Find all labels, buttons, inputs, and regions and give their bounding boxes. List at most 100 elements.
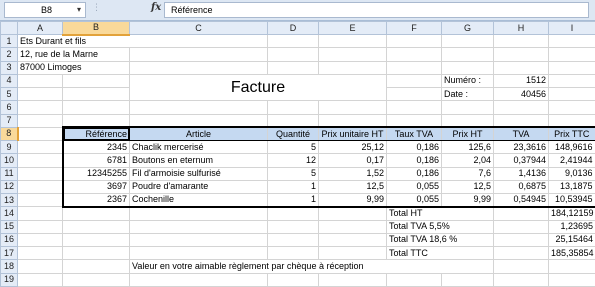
cell[interactable] [17, 86, 63, 102]
cell[interactable] [493, 219, 549, 234]
table-cell-prix-unitaire[interactable]: 0,17 [318, 153, 387, 168]
cell[interactable] [267, 272, 319, 287]
row-header[interactable]: 7 [0, 113, 18, 128]
row-header[interactable]: 13 [0, 192, 18, 208]
cell[interactable] [17, 259, 63, 274]
cell[interactable] [548, 113, 595, 128]
row-header[interactable]: 16 [0, 232, 18, 248]
cell[interactable] [493, 206, 549, 221]
cell[interactable] [17, 126, 63, 142]
cell[interactable] [129, 100, 268, 115]
table-cell-article[interactable]: Fil d'armoisie sulfurisé [129, 166, 268, 181]
column-header-f[interactable]: F [386, 21, 442, 35]
table-header-article[interactable]: Article [129, 126, 268, 142]
cell[interactable] [548, 100, 595, 115]
cell[interactable] [493, 259, 549, 274]
cell[interactable] [129, 47, 268, 62]
cell[interactable] [62, 113, 130, 128]
table-cell-quantite[interactable]: 5 [267, 139, 319, 155]
cell[interactable] [493, 232, 549, 248]
table-header-tva[interactable]: TVA [493, 126, 549, 142]
cell[interactable] [548, 86, 595, 102]
table-cell-taux-tva[interactable]: 0,186 [386, 153, 442, 168]
invoice-number[interactable]: 1512 [493, 73, 549, 89]
cell[interactable] [267, 206, 319, 221]
cell[interactable] [267, 113, 319, 128]
cell[interactable] [493, 245, 549, 261]
cell[interactable] [386, 272, 442, 287]
table-cell-taux-tva[interactable]: 0,186 [386, 139, 442, 155]
cell[interactable] [386, 86, 442, 102]
cell[interactable] [62, 73, 130, 89]
cell[interactable] [62, 100, 130, 115]
table-cell-taux-tva[interactable]: 0,055 [386, 179, 442, 195]
cell[interactable] [267, 60, 319, 75]
table-header-prix-ht[interactable]: Prix HT [441, 126, 494, 142]
row-header[interactable]: 4 [0, 73, 18, 89]
table-cell-reference[interactable]: 12345255 [61, 166, 130, 181]
table-cell-tva[interactable]: 0,6875 [493, 179, 549, 195]
column-header-b[interactable]: B [62, 21, 130, 36]
total-label[interactable]: Total TVA 5,5% [386, 219, 494, 234]
cell[interactable] [62, 232, 130, 248]
table-header-taux-tva[interactable]: Taux TVA [386, 126, 442, 142]
row-header[interactable]: 18 [0, 259, 18, 274]
cell[interactable] [318, 245, 387, 261]
total-label[interactable]: Total HT [386, 206, 494, 221]
cell[interactable] [548, 272, 595, 287]
table-cell-quantite[interactable]: 12 [267, 153, 319, 168]
row-header[interactable]: 10 [0, 153, 18, 168]
row-header[interactable]: 17 [0, 245, 18, 261]
table-cell-reference[interactable]: 2345 [61, 139, 130, 155]
cell[interactable] [441, 33, 494, 49]
cell[interactable] [17, 219, 63, 234]
table-cell-article[interactable]: Chaclik mercerisé [129, 139, 268, 155]
cell[interactable] [17, 113, 63, 128]
cell[interactable] [129, 272, 268, 287]
cell[interactable] [548, 33, 595, 49]
cell[interactable] [318, 60, 387, 75]
total-value[interactable]: 184,12159 [548, 206, 595, 221]
cell[interactable] [386, 100, 442, 115]
column-header-i[interactable]: I [548, 21, 595, 35]
table-cell-quantite[interactable]: 5 [267, 166, 319, 181]
table-cell-prix-ht[interactable]: 125,6 [441, 139, 494, 155]
table-cell-prix-ttc[interactable]: 148,9616 [548, 139, 595, 155]
cell[interactable] [62, 219, 130, 234]
table-cell-tva[interactable]: 1,4136 [493, 166, 549, 181]
cell[interactable] [62, 86, 130, 102]
cell[interactable] [441, 47, 494, 62]
cell[interactable] [17, 73, 63, 89]
cell[interactable] [318, 100, 387, 115]
column-header-c[interactable]: C [129, 21, 268, 35]
cell[interactable] [441, 113, 494, 128]
cell[interactable] [548, 60, 595, 75]
company-city[interactable]: 87000 Limoges [17, 60, 130, 75]
cell[interactable] [267, 245, 319, 261]
row-header[interactable]: 19 [0, 272, 18, 287]
total-value[interactable]: 185,35854 [548, 245, 595, 261]
cell[interactable] [17, 245, 63, 261]
total-value[interactable]: 25,15464 [548, 232, 595, 248]
cell[interactable] [386, 33, 442, 49]
table-header-prix-ttc[interactable]: Prix TTC [548, 126, 595, 142]
invoice-date-label[interactable]: Date : [441, 86, 494, 102]
select-all-corner[interactable] [0, 21, 18, 35]
table-cell-prix-ttc[interactable]: 13,1875 [548, 179, 595, 195]
cell[interactable] [386, 73, 442, 89]
table-cell-prix-unitaire[interactable]: 25,12 [318, 139, 387, 155]
cell[interactable] [493, 100, 549, 115]
table-cell-prix-unitaire[interactable]: 1,52 [318, 166, 387, 181]
chevron-down-icon[interactable]: ▾ [77, 5, 81, 14]
row-header[interactable]: 3 [0, 60, 18, 75]
cell[interactable] [548, 259, 595, 274]
cell[interactable] [548, 73, 595, 89]
row-header[interactable]: 9 [0, 139, 18, 155]
cell[interactable] [17, 179, 63, 195]
cell[interactable] [318, 219, 387, 234]
cell[interactable] [386, 47, 442, 62]
cell[interactable] [441, 272, 494, 287]
cell[interactable] [129, 33, 268, 49]
row-header[interactable]: 8 [0, 126, 19, 142]
table-header-prix-unitaire[interactable]: Prix unitaire HT [318, 126, 387, 142]
